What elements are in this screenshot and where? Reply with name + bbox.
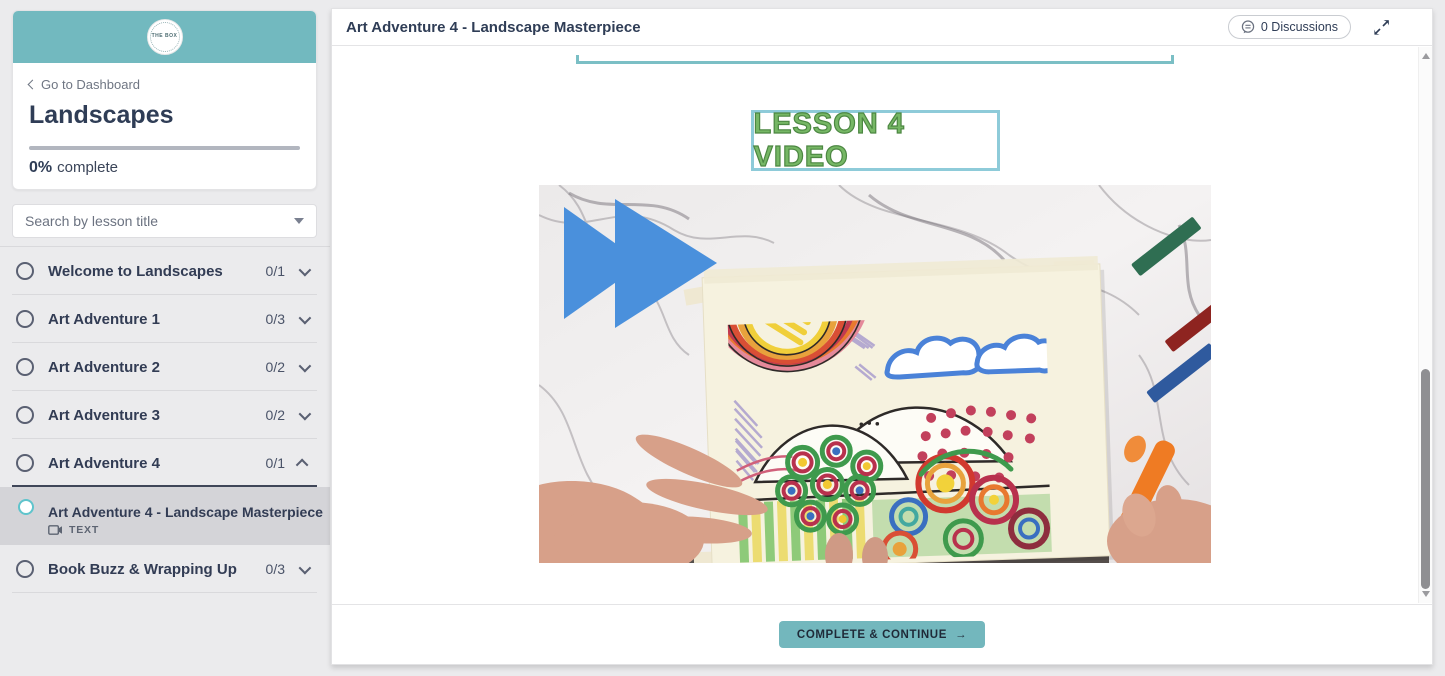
scrollbar-thumb[interactable] [1421,369,1430,589]
section-label: Art Adventure 3 [48,407,266,424]
school-logo-text: THE BOX [150,22,180,52]
progress-bar [29,146,300,150]
section-label: Art Adventure 1 [48,311,266,328]
school-logo: THE BOX [147,19,183,55]
section-count: 0/1 [266,455,285,471]
course-sidebar: THE BOX Go to Dashboard Landscapes 0% com… [0,0,330,676]
video-camera-icon [48,525,63,535]
scroll-up-arrow[interactable] [1422,53,1430,59]
lesson-title: Art Adventure 4 - Landscape Masterpiece [48,504,323,520]
discussions-label: 0 Discussions [1261,20,1338,34]
chevron-left-icon [28,80,38,90]
lesson-item-landscape-masterpiece[interactable]: Art Adventure 4 - Landscape Masterpiece … [0,487,330,545]
lesson-video-player[interactable] [539,185,1211,563]
expand-fullscreen-button[interactable] [1373,19,1390,36]
complete-continue-label: COMPLETE & CONTINUE [797,629,947,641]
discussions-button[interactable]: 0 Discussions [1228,15,1351,39]
section-label: Book Buzz & Wrapping Up [48,561,266,578]
section-art-adventure-4[interactable]: Art Adventure 4 0/1 [0,439,330,487]
complete-continue-button[interactable]: COMPLETE & CONTINUE → [779,621,985,648]
section-count: 0/2 [266,359,285,375]
section-art-adventure-2[interactable]: Art Adventure 2 0/2 [0,343,330,391]
course-card-header: THE BOX [13,11,316,63]
section-count: 0/2 [266,407,285,423]
progress-text: 0% complete [29,159,300,177]
section-art-adventure-1[interactable]: Art Adventure 1 0/3 [0,295,330,343]
go-to-dashboard-link[interactable]: Go to Dashboard [29,77,140,92]
chevron-down-icon [299,311,312,324]
lesson-video-banner: LESSON 4 VIDEO [751,110,1000,171]
lesson-type-label: TEXT [69,524,99,536]
section-progress-circle [16,560,34,578]
lesson-page-title: Art Adventure 4 - Landscape Masterpiece [346,19,641,36]
chevron-down-icon [299,263,312,276]
section-label: Welcome to Landscapes [48,263,266,280]
chevron-down-icon [294,218,304,224]
section-count: 0/1 [266,263,285,279]
lesson-progress-circle [18,499,34,515]
section-progress-circle [16,406,34,424]
course-card: THE BOX Go to Dashboard Landscapes 0% com… [12,10,317,190]
curriculum-list: Welcome to Landscapes 0/1 Art Adventure … [0,246,330,593]
chevron-down-icon [299,561,312,574]
lesson-header: Art Adventure 4 - Landscape Masterpiece … [332,9,1432,46]
artwork-paper [683,256,1114,563]
lesson-content: LESSON 4 VIDEO [332,47,1418,603]
section-progress-circle [16,454,34,472]
section-label: Art Adventure 4 [48,455,266,472]
chevron-down-icon [299,407,312,420]
progress-percent: 0% [29,159,52,176]
video-thumbnail [539,185,1211,563]
scroll-down-arrow[interactable] [1422,591,1430,597]
section-progress-circle [16,310,34,328]
section-book-buzz-wrapping-up[interactable]: Book Buzz & Wrapping Up 0/3 [0,545,330,593]
go-to-dashboard-label: Go to Dashboard [41,77,140,92]
chevron-down-icon [299,359,312,372]
section-art-adventure-3[interactable]: Art Adventure 3 0/2 [0,391,330,439]
lesson-video-banner-text: LESSON 4 VIDEO [754,108,997,174]
search-placeholder: Search by lesson title [25,213,158,229]
scrolled-content-edge [576,55,1174,64]
speech-bubble-icon [1241,20,1255,34]
lesson-footer: COMPLETE & CONTINUE → [332,604,1432,664]
chevron-up-icon [296,458,309,471]
section-progress-circle [16,262,34,280]
content-scrollbar[interactable] [1418,47,1432,603]
section-count: 0/3 [266,561,285,577]
course-title: Landscapes [29,101,300,130]
expand-arrows-icon [1373,19,1390,36]
arrow-right-icon: → [955,629,967,641]
search-lesson-dropdown[interactable]: Search by lesson title [12,204,317,238]
section-welcome-to-landscapes[interactable]: Welcome to Landscapes 0/1 [0,247,330,295]
section-count: 0/3 [266,311,285,327]
lesson-panel: Art Adventure 4 - Landscape Masterpiece … [331,8,1433,665]
progress-label: complete [57,159,118,176]
section-label: Art Adventure 2 [48,359,266,376]
section-progress-circle [16,358,34,376]
